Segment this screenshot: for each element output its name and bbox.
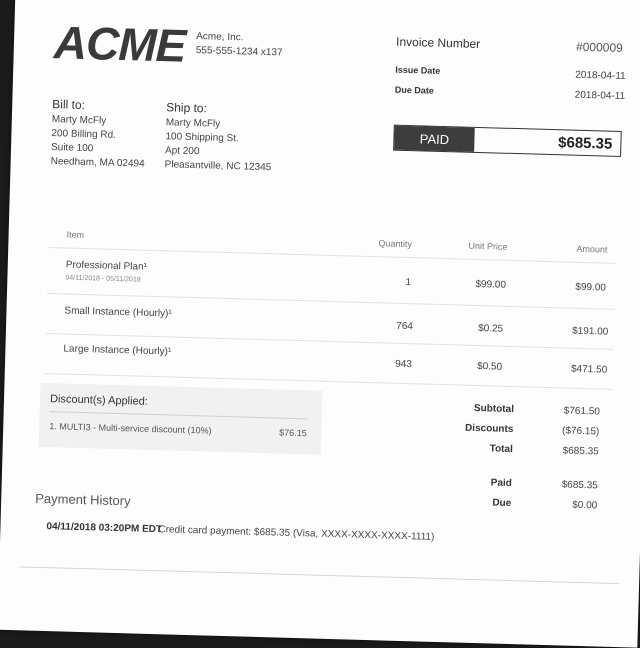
company-logo: ACME [53,16,187,72]
row-qty: 1 [405,276,412,289]
discount-amount: $76.15 [279,427,307,439]
ship-to-line: Pleasantville, NC 12345 [164,159,272,174]
footer-divider [19,566,620,585]
due-date: 2018-04-11 [574,89,626,103]
subtotal-label: Subtotal [473,402,515,416]
payment-description: Credit card payment: $685.35 (Visa, XXXX… [158,524,435,543]
row-unit: $99.00 [475,278,507,291]
bill-to-line: Marty McFly [51,114,107,127]
col-header-unit-price: Unit Price [468,240,508,252]
discounts-panel: Discount(s) Applied: 1. MULTI3 - Multi-s… [38,382,323,455]
payment-history-title: Payment History [35,490,131,509]
row-unit: $0.25 [478,323,504,335]
discounts-label: Discounts [464,422,514,436]
discounts-value: ($76.15) [561,425,600,438]
ship-to-line: 100 Shipping St. [165,131,239,145]
bill-to-line: 200 Billing Rd. [51,128,117,141]
company-name: Acme, Inc. [196,31,244,44]
col-header-amount: Amount [576,243,608,255]
bill-to-line: Needham, MA 02494 [50,156,145,170]
ship-to-line: Apt 200 [164,145,200,158]
subtotal-value: $761.50 [563,405,601,418]
paid-status-bar: PAID $685.35 [393,124,622,157]
invoice-page: ACME Acme, Inc. 555-555-1234 x137 Invoic… [0,0,640,648]
issue-date-label: Issue Date [395,64,441,76]
invoice-number: #000009 [575,39,623,55]
total-value: $685.35 [562,445,599,458]
discounts-divider [49,411,308,420]
row-qty: 764 [396,320,414,333]
due-label: Due [492,497,512,510]
row-unit: $0.50 [476,361,503,373]
ship-to-label: Ship to: [166,100,208,116]
bill-to-line: Suite 100 [50,142,94,155]
col-header-item: Item [66,229,85,241]
due-value: $0.00 [572,499,598,512]
company-phone: 555-555-1234 x137 [195,45,283,59]
paid-value: $685.35 [561,479,598,492]
discount-item: 1. MULTI3 - Multi-service discount (10%) [49,421,212,436]
row-amount: $191.00 [571,325,609,338]
bill-to-label: Bill to: [52,97,86,112]
row-item: Professional Plan¹ [65,259,148,273]
col-header-quantity: Quantity [378,238,413,250]
paid-amount: $685.35 [557,134,613,153]
row-item: Small Instance (Hourly)¹ [64,305,172,320]
due-date-label: Due Date [394,84,434,96]
issue-date: 2018-04-11 [575,69,626,83]
payment-date: 04/11/2018 03:20PM EDT [46,521,163,536]
row-amount: $99.00 [575,281,607,294]
row-item: Large Instance (Hourly)¹ [63,343,172,358]
invoice-number-label: Invoice Number [395,34,481,51]
paid-badge: PAID [394,125,475,152]
row-qty: 943 [394,358,412,371]
total-label: Total [489,443,513,456]
row-period: 04/11/2018 - 05/11/2018 [65,274,141,284]
ship-to-line: Marty McFly [165,117,221,130]
paid-label: Paid [490,477,513,490]
discounts-title: Discount(s) Applied: [49,393,148,408]
row-amount: $471.50 [570,363,608,376]
